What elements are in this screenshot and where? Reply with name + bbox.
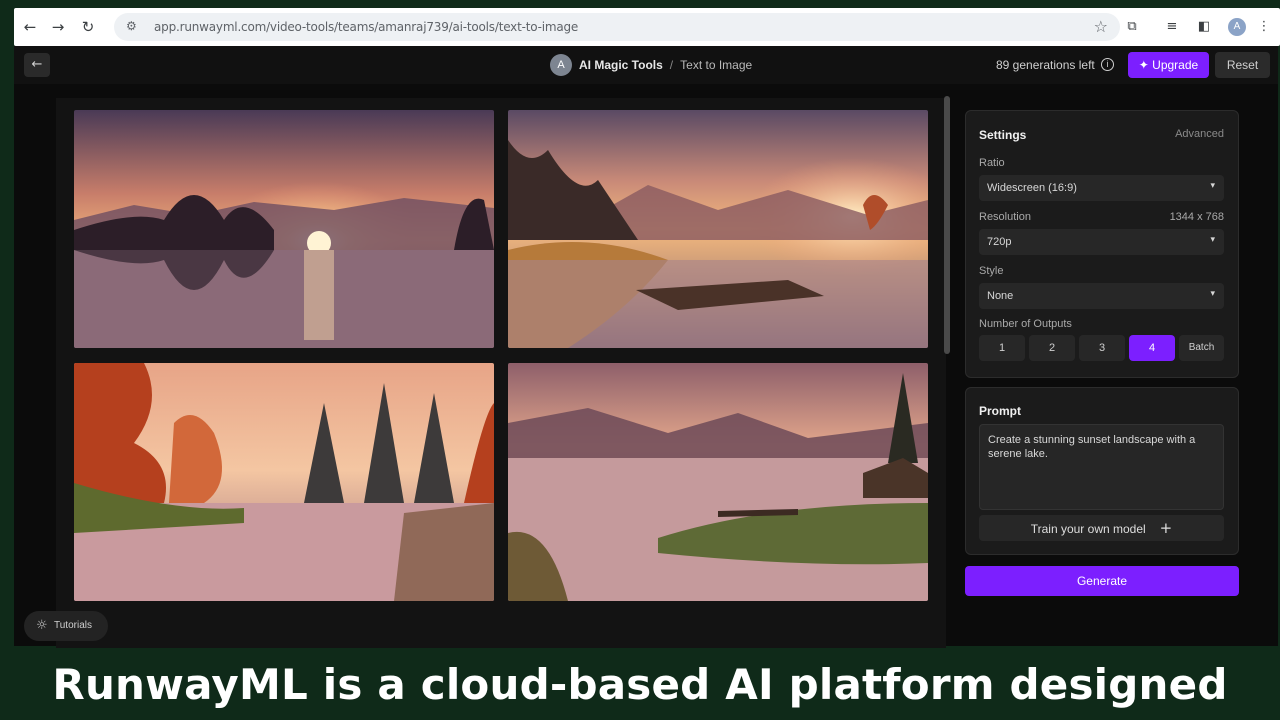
- breadcrumb-separator: /: [669, 58, 674, 72]
- bookmark-star-icon[interactable]: ☆: [1094, 17, 1108, 36]
- image-gallery: [56, 98, 946, 654]
- upgrade-label: Upgrade: [1152, 58, 1199, 72]
- lightbulb-icon: ☼: [36, 618, 48, 633]
- app-topbar: ← A AI Magic Tools / Text to Image 89 ge…: [14, 46, 1278, 84]
- team-avatar[interactable]: A: [550, 54, 572, 76]
- generations-left-text: 89 generations left: [996, 58, 1095, 72]
- back-button[interactable]: ←: [24, 53, 50, 77]
- outputs-option-4[interactable]: 4: [1129, 335, 1175, 361]
- reset-button[interactable]: Reset: [1215, 52, 1270, 78]
- prompt-text: Create a stunning sunset landscape with …: [988, 434, 1196, 460]
- prompt-textarea[interactable]: Create a stunning sunset landscape with …: [979, 424, 1224, 510]
- prompt-panel: Prompt Create a stunning sunset landscap…: [965, 387, 1239, 555]
- generated-image-4[interactable]: [508, 363, 928, 601]
- chevron-down-icon: ▾: [1210, 289, 1215, 299]
- style-select[interactable]: None ▾: [979, 283, 1224, 309]
- site-settings-icon[interactable]: ⚙: [126, 19, 137, 33]
- tutorials-label: Tutorials: [54, 620, 92, 631]
- browser-toolbar: ← → ↻ ⚙ app.runwayml.com/video-tools/tea…: [14, 8, 1280, 46]
- side-panel-icon[interactable]: ◧: [1194, 17, 1214, 37]
- kebab-menu-icon[interactable]: ⋮: [1254, 17, 1274, 37]
- info-icon[interactable]: i: [1101, 58, 1114, 71]
- caption-text: RunwayML is a cloud-based AI platform de…: [52, 659, 1228, 709]
- breadcrumb-page: Text to Image: [680, 58, 753, 72]
- media-queue-icon[interactable]: ≡: [1162, 17, 1182, 37]
- upgrade-button[interactable]: ✦ Upgrade: [1128, 52, 1209, 78]
- train-model-button[interactable]: Train your own model +: [979, 515, 1224, 541]
- address-bar[interactable]: ⚙ app.runwayml.com/video-tools/teams/ama…: [114, 13, 1120, 41]
- ratio-value: Widescreen (16:9): [987, 182, 1077, 194]
- style-value: None: [987, 290, 1014, 302]
- profile-avatar[interactable]: A: [1228, 18, 1246, 36]
- chevron-down-icon: ▾: [1210, 181, 1215, 191]
- outputs-option-2[interactable]: 2: [1029, 335, 1075, 361]
- generated-image-2[interactable]: [508, 110, 928, 348]
- outputs-option-1[interactable]: 1: [979, 335, 1025, 361]
- generate-button[interactable]: Generate: [965, 566, 1239, 596]
- generated-image-3[interactable]: [74, 363, 494, 601]
- ratio-select[interactable]: Widescreen (16:9) ▾: [979, 175, 1224, 201]
- reload-icon[interactable]: ↻: [78, 17, 98, 37]
- gallery-scrollbar[interactable]: [944, 96, 950, 354]
- tutorials-button[interactable]: ☼ Tutorials: [24, 611, 108, 641]
- forward-arrow-icon[interactable]: →: [48, 17, 68, 37]
- resolution-value: 720p: [987, 236, 1012, 248]
- outputs-label: Number of Outputs: [979, 318, 1072, 330]
- video-frame: ← → ↻ ⚙ app.runwayml.com/video-tools/tea…: [0, 0, 1280, 720]
- resolution-label: Resolution: [979, 211, 1031, 223]
- settings-panel: Settings Advanced Ratio Widescreen (16:9…: [965, 110, 1239, 378]
- breadcrumb: A AI Magic Tools / Text to Image: [550, 54, 752, 76]
- url-text: app.runwayml.com/video-tools/teams/amanr…: [154, 20, 579, 34]
- extensions-icon[interactable]: ⧉: [1122, 17, 1142, 37]
- outputs-option-batch[interactable]: Batch: [1179, 335, 1224, 361]
- settings-title: Settings: [979, 128, 1027, 142]
- arrow-left-icon: ←: [31, 57, 43, 72]
- runway-app: ← A AI Magic Tools / Text to Image 89 ge…: [14, 46, 1278, 654]
- sparkle-icon: ✦: [1138, 58, 1153, 72]
- resolution-dimensions: 1344 x 768: [1169, 211, 1224, 223]
- chevron-down-icon: ▾: [1210, 235, 1215, 245]
- ratio-label: Ratio: [979, 157, 1005, 169]
- generated-image-1[interactable]: [74, 110, 494, 348]
- style-label: Style: [979, 265, 1004, 277]
- caption-banner: RunwayML is a cloud-based AI platform de…: [0, 648, 1280, 720]
- resolution-select[interactable]: 720p ▾: [979, 229, 1224, 255]
- breadcrumb-app[interactable]: AI Magic Tools: [579, 58, 663, 72]
- prompt-title: Prompt: [979, 404, 1021, 418]
- train-model-label: Train your own model: [1030, 522, 1146, 536]
- plus-icon: +: [1159, 519, 1173, 537]
- outputs-option-3[interactable]: 3: [1079, 335, 1125, 361]
- back-arrow-icon[interactable]: ←: [20, 17, 40, 37]
- advanced-link[interactable]: Advanced: [1175, 128, 1224, 140]
